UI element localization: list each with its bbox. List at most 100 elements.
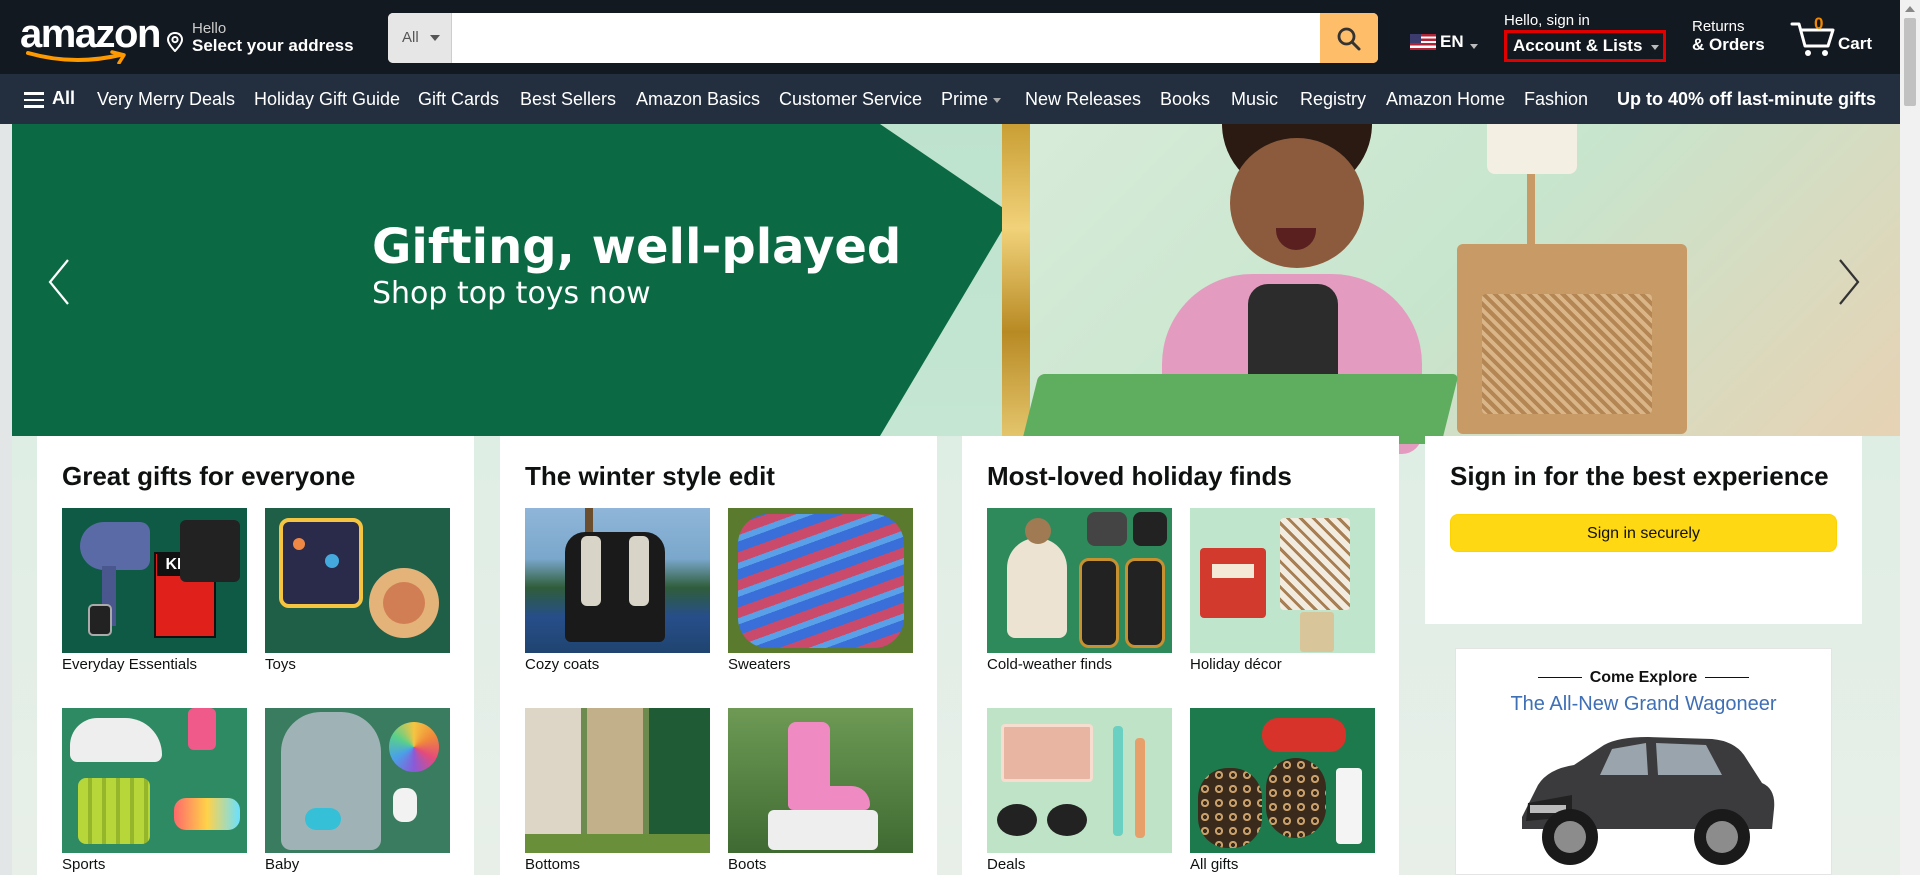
tile-everyday-essentials[interactable]: KIND Everyday Essentials xyxy=(62,508,247,673)
tile-image xyxy=(1190,508,1375,653)
account-label: Account & Lists xyxy=(1513,36,1643,55)
chevron-down-icon xyxy=(1470,44,1478,49)
promo-link[interactable]: Up to 40% off last-minute gifts xyxy=(1617,89,1876,110)
tile-caption: All gifts xyxy=(1190,856,1239,873)
search-bar: All xyxy=(388,13,1378,63)
sponsored-ad[interactable]: Come Explore The All-New Grand Wagoneer xyxy=(1455,648,1832,875)
card-great-gifts: Great gifts for everyone KIND Everyday E… xyxy=(37,436,474,875)
tile-cold-weather-finds[interactable]: Cold-weather finds xyxy=(987,508,1172,673)
account-greeting: Hello, sign in xyxy=(1504,12,1590,29)
nav-link-prime[interactable]: Prime xyxy=(941,89,1002,110)
ad-kicker: Come Explore xyxy=(1456,669,1831,687)
tile-boots[interactable]: Boots xyxy=(728,708,913,873)
hero-play-table xyxy=(1021,374,1459,444)
account-and-lists[interactable]: Hello, sign in Account & Lists xyxy=(1504,10,1666,64)
card-title: The winter style edit xyxy=(525,461,775,491)
search-category-dropdown[interactable]: All xyxy=(388,13,452,63)
tile-caption: Toys xyxy=(265,656,296,673)
nav-link-amazon-basics[interactable]: Amazon Basics xyxy=(636,89,760,110)
hamburger-menu-icon xyxy=(24,92,44,108)
tile-toys[interactable]: Toys xyxy=(265,508,450,673)
tile-baby[interactable]: Baby xyxy=(265,708,450,873)
tile-caption: Everyday Essentials xyxy=(62,656,198,673)
hero-gold-stripe xyxy=(1002,124,1030,436)
card-title: Great gifts for everyone xyxy=(62,461,356,491)
ad-kicker-text: Come Explore xyxy=(1589,669,1698,686)
tile-holiday-decor[interactable]: Holiday décor xyxy=(1190,508,1375,673)
nav-link-registry[interactable]: Registry xyxy=(1300,89,1366,110)
tile-image xyxy=(987,708,1172,853)
logo-wordmark: amazon xyxy=(20,12,161,56)
tile-image xyxy=(728,708,913,853)
nav-link-customer-service[interactable]: Customer Service xyxy=(779,89,922,110)
hero-lamp-leg xyxy=(1527,174,1535,254)
tile-image xyxy=(62,708,247,853)
signin-card: Sign in for the best experience Sign in … xyxy=(1425,436,1862,624)
nav-link-music[interactable]: Music xyxy=(1231,89,1278,110)
chevron-down-icon xyxy=(430,35,440,41)
tile-sweaters[interactable]: Sweaters xyxy=(728,508,913,673)
search-category-label: All xyxy=(402,29,419,46)
tile-caption: Cozy coats xyxy=(525,656,600,673)
tile-image xyxy=(987,508,1172,653)
tile-cozy-coats[interactable]: Cozy coats xyxy=(525,508,710,673)
tile-caption: Baby xyxy=(265,856,300,873)
hero-lamp-shade xyxy=(1487,124,1577,174)
address-greeting: Hello xyxy=(192,20,227,37)
nav-link-amazon-home[interactable]: Amazon Home xyxy=(1386,89,1505,110)
nav-link-holiday-gift-guide[interactable]: Holiday Gift Guide xyxy=(254,89,400,110)
address-prompt: Select your address xyxy=(192,36,354,55)
hero-subtitle: Shop top toys now xyxy=(372,276,651,311)
nav-link-books[interactable]: Books xyxy=(1160,89,1210,110)
tile-deals[interactable]: Deals xyxy=(987,708,1172,873)
scrollbar-thumb[interactable] xyxy=(1904,18,1916,106)
scroll-up-arrow-icon[interactable] xyxy=(1905,6,1915,12)
nav-link-gift-cards[interactable]: Gift Cards xyxy=(418,89,499,110)
tile-caption: Bottoms xyxy=(525,856,581,873)
location-pin-icon xyxy=(166,32,184,52)
tile-caption: Cold-weather finds xyxy=(987,656,1113,673)
nav-link-best-sellers[interactable]: Best Sellers xyxy=(520,89,616,110)
secondary-navbar: All Very Merry Deals Holiday Gift Guide … xyxy=(0,74,1900,124)
all-menu-label: All xyxy=(52,88,76,108)
returns-line2: & Orders xyxy=(1692,35,1765,54)
card-holiday-finds: Most-loved holiday finds Cold-weather fi… xyxy=(962,436,1399,875)
cart-button[interactable]: 0 Cart xyxy=(1790,14,1890,60)
tile-all-gifts[interactable]: All gifts xyxy=(1190,708,1375,873)
tile-image xyxy=(728,508,913,653)
top-navbar: amazon Hello Select your address All EN xyxy=(0,0,1900,74)
search-input[interactable] xyxy=(452,13,1318,63)
tile-caption: Deals xyxy=(987,856,1026,873)
search-button[interactable] xyxy=(1320,13,1378,63)
card-title: Most-loved holiday finds xyxy=(987,461,1292,491)
tile-image xyxy=(525,708,710,853)
tile-caption: Boots xyxy=(728,856,767,873)
cart-icon xyxy=(1790,22,1835,56)
hero-title: Gifting, well-played xyxy=(372,219,902,275)
cart-count: 0 xyxy=(1814,14,1824,33)
ad-headline: The All-New Grand Wagoneer xyxy=(1510,693,1777,715)
signin-title: Sign in for the best experience xyxy=(1450,461,1829,491)
nav-link-very-merry-deals[interactable]: Very Merry Deals xyxy=(97,89,235,110)
tile-image xyxy=(1190,708,1375,853)
suv-image xyxy=(1522,737,1775,865)
tile-caption: Sweaters xyxy=(728,656,791,673)
nav-prime-label: Prime xyxy=(941,89,989,109)
tile-bottoms[interactable]: Bottoms xyxy=(525,708,710,873)
carousel-prev-icon[interactable] xyxy=(44,256,74,308)
tile-sports[interactable]: Sports xyxy=(62,708,247,873)
amazon-logo[interactable]: amazon xyxy=(20,12,161,64)
page-scrollbar[interactable] xyxy=(1900,0,1920,875)
returns-line1: Returns xyxy=(1692,18,1745,35)
returns-and-orders[interactable]: Returns & Orders xyxy=(1692,18,1765,55)
nav-link-fashion[interactable]: Fashion xyxy=(1524,89,1588,110)
carousel-next-icon[interactable] xyxy=(1834,256,1864,308)
tile-caption: Holiday décor xyxy=(1190,656,1282,673)
us-flag-icon xyxy=(1410,34,1436,50)
sign-in-button[interactable]: Sign in securely xyxy=(1450,514,1837,552)
tile-image xyxy=(265,508,450,653)
account-highlight-box[interactable]: Account & Lists xyxy=(1504,30,1666,62)
chevron-down-icon xyxy=(1651,45,1659,50)
hero-dresser-cane xyxy=(1482,294,1652,414)
nav-link-new-releases[interactable]: New Releases xyxy=(1025,89,1141,110)
